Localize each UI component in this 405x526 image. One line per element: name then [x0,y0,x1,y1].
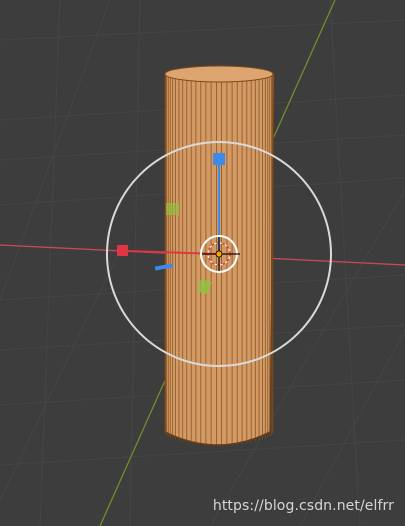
object-origin-icon [215,250,223,258]
watermark-url: https://blog.csdn.net/elfrr [212,498,394,514]
gizmo-z-handle[interactable] [213,153,225,165]
cylinder-top-cap [164,65,274,83]
gizmo-y-handle-back[interactable] [166,203,179,215]
gizmo-x-handle[interactable] [117,245,128,256]
3d-viewport[interactable]: https://blog.csdn.net/elfrr [0,0,405,526]
scene-canvas[interactable] [0,0,405,526]
